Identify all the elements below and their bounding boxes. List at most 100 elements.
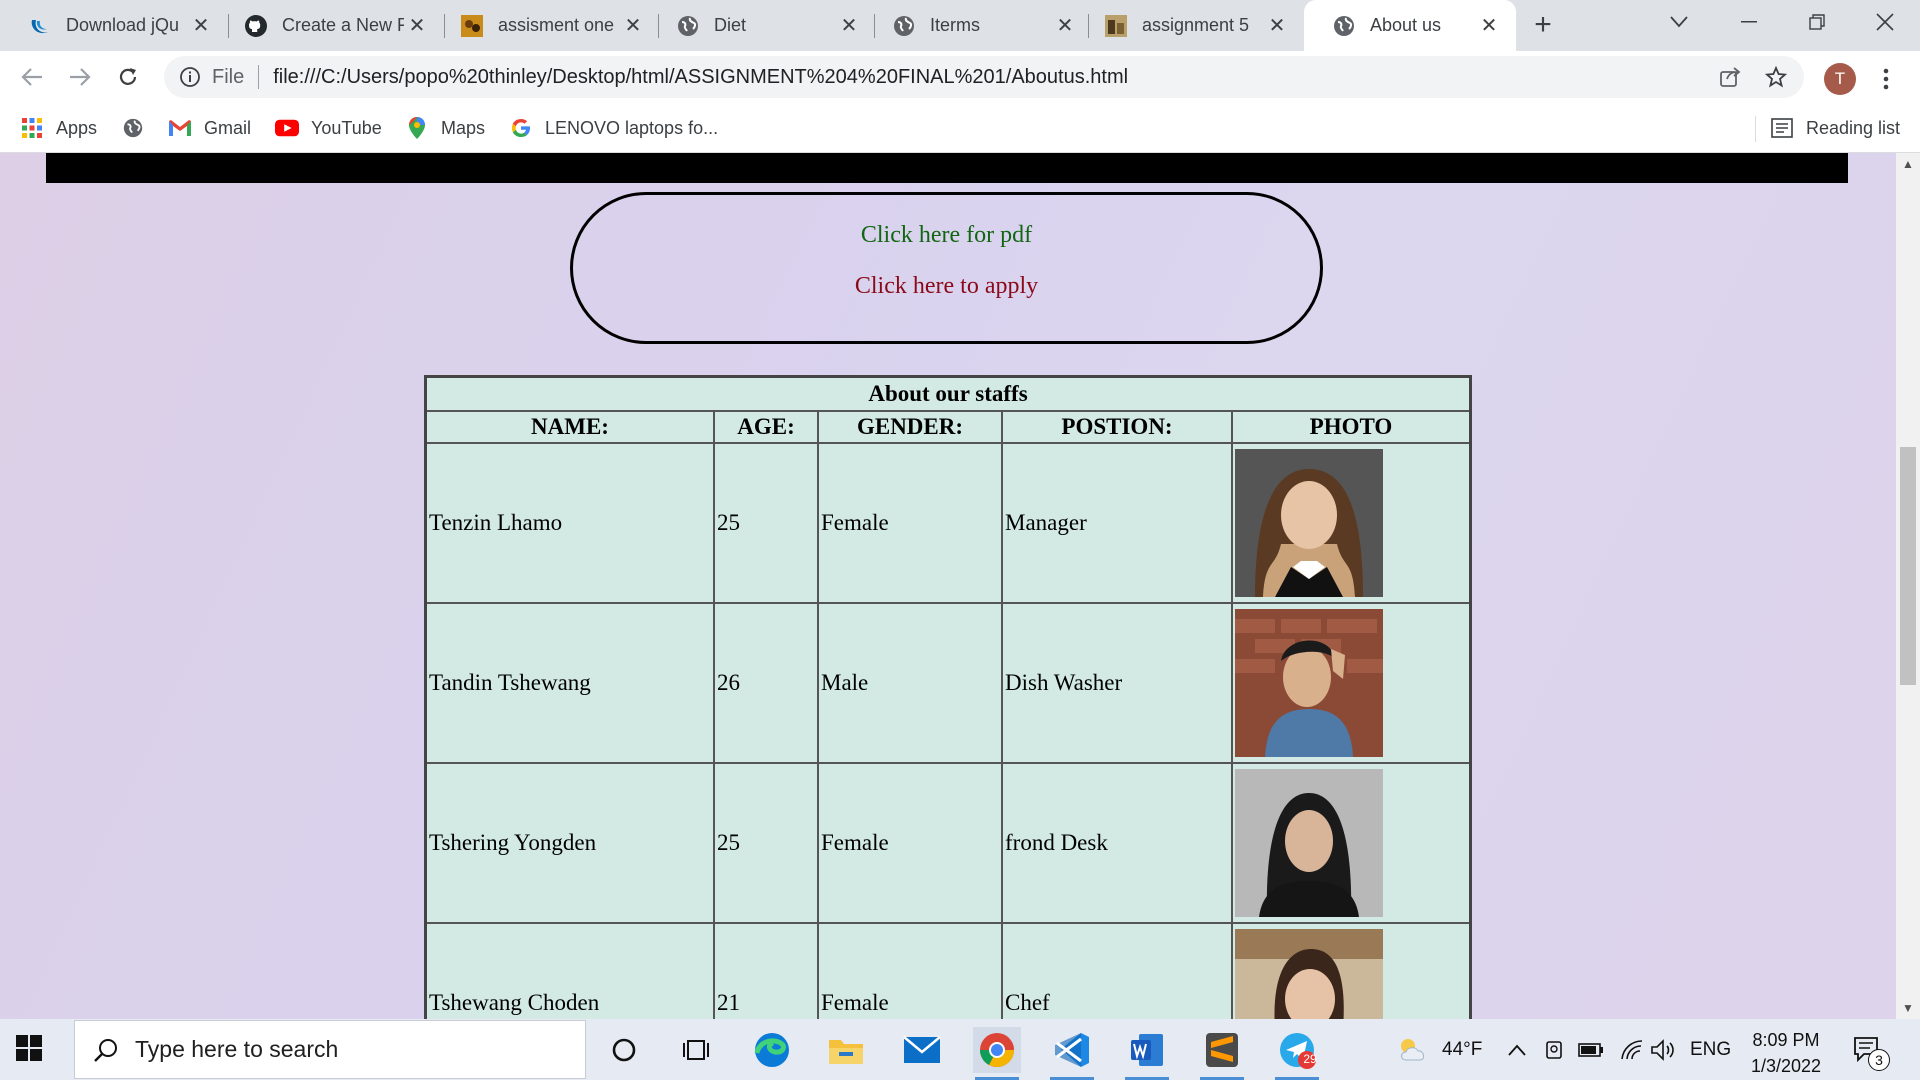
tab-diet[interactable]: Diet ✕	[648, 0, 876, 51]
staff-photo-cell	[1231, 442, 1472, 604]
bookmark-globe[interactable]	[121, 113, 157, 143]
bookmark-gmail[interactable]: Gmail	[168, 113, 251, 143]
staff-position: Manager	[1001, 442, 1233, 604]
tab-assignment-5[interactable]: assignment 5 ✕	[1076, 0, 1304, 51]
google-icon	[509, 116, 533, 140]
share-icon[interactable]	[1712, 56, 1748, 98]
jquery-icon	[28, 14, 52, 38]
info-icon[interactable]	[178, 65, 202, 89]
minimize-button[interactable]	[1714, 0, 1784, 44]
github-icon	[244, 14, 268, 38]
scroll-up-arrow-icon[interactable]: ▲	[1896, 153, 1920, 175]
tab-about-us[interactable]: About us ✕	[1304, 0, 1516, 51]
forward-arrow-icon[interactable]	[62, 59, 98, 95]
notification-center-icon[interactable]: 3	[1852, 1019, 1890, 1080]
table-row: Tandin Tshewang 26 Male Dish Washer	[424, 602, 1472, 764]
pdf-link[interactable]: Click here for pdf	[573, 222, 1320, 249]
close-tab-icon[interactable]: ✕	[836, 13, 862, 39]
vscode-icon[interactable]	[1048, 1027, 1096, 1080]
reading-list-button[interactable]: Reading list	[1770, 113, 1900, 143]
taskbar-search-input[interactable]: Type here to search	[74, 1020, 586, 1079]
globe-icon	[676, 14, 700, 38]
sublime-text-icon[interactable]	[1198, 1027, 1246, 1080]
gmail-icon	[168, 116, 192, 140]
staff-name: Tenzin Lhamo	[424, 442, 715, 604]
cortana-icon[interactable]	[600, 1027, 648, 1073]
tab-search-icon[interactable]	[1644, 0, 1714, 44]
scroll-down-arrow-icon[interactable]: ▼	[1896, 997, 1920, 1019]
apply-link[interactable]: Click here to apply	[573, 273, 1320, 300]
language-indicator[interactable]: ENG	[1690, 1019, 1731, 1080]
tab-assisment-one[interactable]: assisment one ✕	[432, 0, 660, 51]
reading-list-icon	[1770, 116, 1794, 140]
wifi-icon[interactable]	[1620, 1019, 1644, 1080]
tab-title: Diet	[714, 15, 747, 35]
new-tab-button[interactable]: +	[1526, 8, 1560, 42]
edge-browser-icon[interactable]	[748, 1027, 796, 1073]
bookmark-label: Maps	[441, 117, 486, 138]
site-image-icon	[460, 14, 484, 38]
table-row: Tshering Yongden 25 Female frond Desk	[424, 762, 1472, 924]
mail-icon[interactable]	[898, 1027, 946, 1073]
bookmark-label: LENOVO laptops fo...	[545, 117, 719, 138]
tab-github-create[interactable]: Create a New F ✕	[216, 0, 444, 51]
close-tab-icon[interactable]: ✕	[1476, 13, 1502, 39]
bookmark-youtube[interactable]: YouTube	[275, 113, 382, 143]
column-header-photo: PHOTO	[1231, 410, 1472, 444]
file-explorer-icon[interactable]	[822, 1027, 870, 1073]
restore-button[interactable]	[1782, 0, 1852, 44]
meet-now-icon[interactable]	[1544, 1019, 1566, 1080]
close-tab-icon[interactable]: ✕	[404, 13, 430, 39]
scrollbar-thumb[interactable]	[1900, 447, 1916, 685]
header-bar-bottom	[46, 153, 1848, 183]
tab-download-jquery[interactable]: Download jQu ✕	[0, 0, 228, 51]
url-text[interactable]: file:///C:/Users/popo%20thinley/Desktop/…	[273, 66, 1128, 89]
tab-title: Create a New F	[282, 15, 404, 35]
system-clock[interactable]: 8:09 PM 1/3/2022	[1738, 1027, 1834, 1079]
column-header-position: POSTION:	[1001, 410, 1233, 444]
word-icon[interactable]	[1123, 1027, 1171, 1080]
tab-title: Download jQu	[66, 15, 180, 35]
task-view-icon[interactable]	[672, 1027, 720, 1073]
close-tab-icon[interactable]: ✕	[1052, 13, 1078, 39]
battery-icon[interactable]	[1578, 1019, 1604, 1080]
search-icon	[91, 1035, 121, 1065]
reading-list-label: Reading list	[1806, 117, 1901, 138]
telegram-icon[interactable]: 29	[1273, 1027, 1321, 1080]
search-placeholder: Type here to search	[135, 1036, 339, 1062]
globe-icon	[1332, 14, 1356, 38]
telegram-badge: 29	[1303, 1052, 1317, 1066]
profile-avatar[interactable]: T	[1824, 63, 1856, 95]
page-scrollbar[interactable]: ▲ ▼	[1896, 153, 1920, 1019]
tab-iterms[interactable]: Iterms ✕	[864, 0, 1092, 51]
globe-icon	[892, 14, 916, 38]
bookmarks-bar: Apps Gmail YouTube Maps LENOVO laptops f…	[0, 103, 1920, 153]
maps-pin-icon	[405, 116, 429, 140]
chrome-icon[interactable]	[973, 1027, 1021, 1080]
close-tab-icon[interactable]: ✕	[620, 13, 646, 39]
close-tab-icon[interactable]: ✕	[1264, 13, 1290, 39]
bookmark-label: Gmail	[204, 117, 252, 138]
table-row: Tenzin Lhamo 25 Female Manager	[424, 442, 1472, 604]
bookmark-maps[interactable]: Maps	[405, 113, 485, 143]
menu-dots-icon[interactable]	[1872, 61, 1900, 97]
staff-photo	[1235, 769, 1383, 917]
close-window-button[interactable]	[1850, 0, 1920, 44]
address-bar[interactable]: File file:///C:/Users/popo%20thinley/Des…	[164, 56, 1804, 98]
clock-date: 1/3/2022	[1750, 1056, 1822, 1076]
bookmark-lenovo[interactable]: LENOVO laptops fo...	[509, 113, 718, 143]
windows-start-icon[interactable]	[14, 1033, 48, 1067]
staff-age: 26	[713, 602, 819, 764]
staff-table: About our staffs NAME: AGE: GENDER: POST…	[424, 375, 1472, 1019]
staff-gender: Male	[817, 602, 1003, 764]
reload-icon[interactable]	[110, 59, 146, 95]
close-tab-icon[interactable]: ✕	[188, 13, 214, 39]
weather-widget[interactable]: 44°F	[1396, 1019, 1482, 1080]
staff-position: frond Desk	[1001, 762, 1233, 924]
bookmark-apps[interactable]: Apps	[20, 113, 97, 143]
bookmark-star-icon[interactable]	[1758, 56, 1794, 98]
page-viewport: Click here for pdf Click here to apply A…	[0, 153, 1896, 1019]
back-arrow-icon[interactable]	[14, 59, 50, 95]
volume-icon[interactable]	[1650, 1019, 1676, 1080]
show-hidden-icons-chevron-icon[interactable]	[1508, 1019, 1526, 1080]
